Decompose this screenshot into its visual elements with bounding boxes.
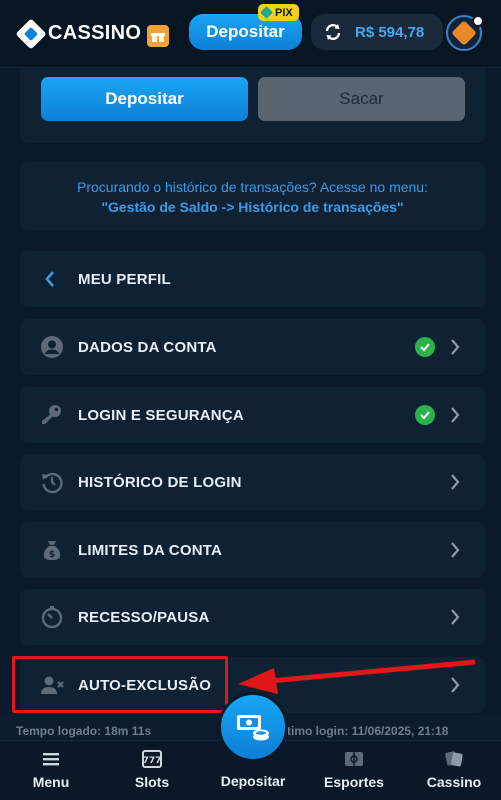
menu-item-login-history[interactable]: HISTÓRICO DE LOGIN: [20, 454, 485, 510]
chevron-left-icon[interactable]: [44, 270, 56, 288]
notification-dot: [472, 15, 484, 27]
menu-item-label: LIMITES DA CONTA: [78, 541, 223, 559]
nav-casino[interactable]: Cassino: [414, 749, 494, 790]
avatar[interactable]: [446, 15, 484, 51]
hint-text: Procurando o histórico de transações? Ac…: [77, 179, 428, 195]
menu-item-break-pause[interactable]: RECESSO/PAUSA: [20, 589, 485, 645]
withdraw-button[interactable]: Sacar: [258, 77, 465, 121]
nav-slots-label: Slots: [134, 774, 170, 790]
last-login: Último login: 11/06/2025, 21:18: [275, 724, 449, 738]
profile-menu-header[interactable]: MEU PERFIL: [20, 251, 485, 307]
hint-path-link[interactable]: "Gestão de Saldo -> Histórico de transaç…: [20, 197, 485, 217]
logo[interactable]: CASSINO: [15, 17, 142, 50]
balance-display[interactable]: R$ 594,78: [311, 14, 443, 50]
nav-deposit-label[interactable]: Depositar: [213, 773, 293, 789]
gift-icon[interactable]: [147, 25, 169, 47]
menu-item-account-data[interactable]: DADOS DA CONTA: [20, 319, 485, 375]
menu-item-account-limits[interactable]: $ LIMITES DA CONTA: [20, 522, 485, 578]
chevron-right-icon: [451, 474, 460, 490]
chevron-right-icon: [451, 677, 460, 693]
pix-badge: PIX: [258, 4, 299, 21]
logo-text: CASSINO: [48, 22, 142, 44]
menu-item-label: DADOS DA CONTA: [78, 338, 217, 356]
nav-sports[interactable]: Esportes: [314, 749, 394, 790]
nav-menu-label: Menu: [32, 774, 70, 790]
verified-check-icon: [415, 337, 435, 357]
top-header: CASSINO Depositar PIX R$ 594,78: [0, 0, 501, 68]
pix-label: PIX: [275, 6, 293, 19]
menu-item-label: AUTO-EXCLUSÃO: [78, 676, 212, 694]
profile-menu-title: MEU PERFIL: [78, 270, 171, 288]
deposit-button[interactable]: Depositar: [41, 77, 248, 121]
chevron-right-icon: [451, 339, 460, 355]
money-bag-icon: $: [43, 541, 61, 560]
history-icon: [42, 472, 63, 494]
menu-item-label: LOGIN E SEGURANÇA: [78, 406, 244, 424]
menu-item-label: HISTÓRICO DE LOGIN: [78, 473, 242, 491]
user-circle-icon: [41, 336, 63, 358]
logo-diamond-icon: [15, 17, 47, 50]
cash-deposit-icon: [237, 715, 269, 741]
hamburger-menu-icon: [43, 753, 59, 766]
chevron-right-icon: [451, 407, 460, 423]
svg-text:$: $: [49, 550, 55, 560]
session-time: Tempo logado: 18m 11s: [16, 724, 152, 738]
key-icon: [42, 405, 61, 424]
chevron-right-icon: [451, 542, 460, 558]
chevron-right-icon: [451, 609, 460, 625]
transaction-history-hint: Procurando o histórico de transações? Ac…: [20, 162, 485, 230]
menu-item-label: RECESSO/PAUSA: [78, 608, 210, 626]
refresh-icon[interactable]: [323, 22, 343, 42]
svg-text:777: 777: [143, 756, 162, 766]
user-remove-icon: [41, 676, 64, 694]
slot-machine-icon: 777: [142, 750, 162, 768]
nav-slots[interactable]: 777 Slots: [112, 749, 192, 790]
nav-menu[interactable]: Menu: [11, 749, 91, 790]
nav-sports-label: Esportes: [324, 774, 384, 790]
nav-deposit-fab[interactable]: [218, 692, 288, 762]
balance-amount: R$ 594,78: [355, 23, 425, 41]
verified-check-icon: [415, 405, 435, 425]
sports-field-icon: [345, 752, 363, 766]
timer-icon: [41, 606, 63, 629]
cards-icon: [445, 751, 463, 767]
menu-item-login-security[interactable]: LOGIN E SEGURANÇA: [20, 387, 485, 443]
nav-casino-label: Cassino: [426, 774, 482, 790]
pix-icon: [260, 6, 273, 19]
